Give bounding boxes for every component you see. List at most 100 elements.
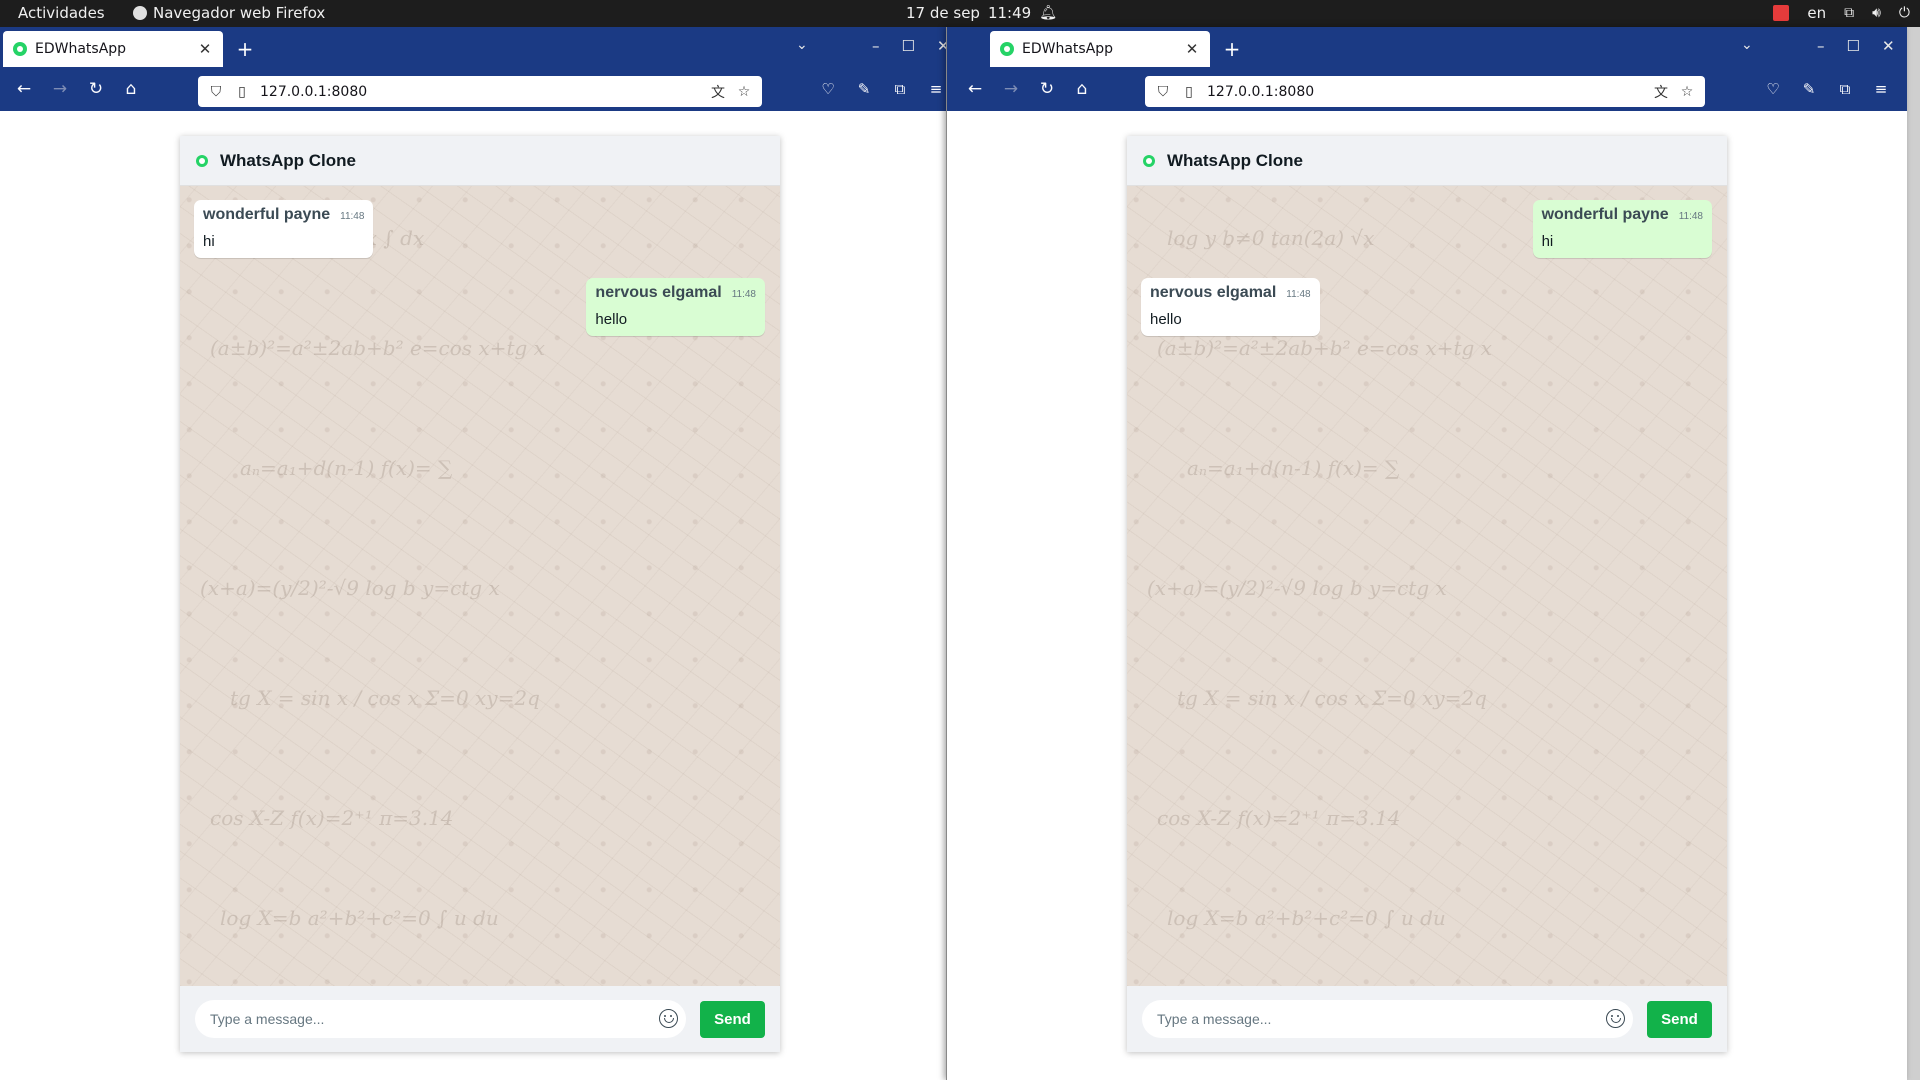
window-controls: – ☐ ✕: [872, 37, 948, 55]
chevron-down-icon[interactable]: ⌄: [1741, 37, 1753, 53]
forward-arrow-icon[interactable]: →: [999, 79, 1023, 99]
emoji-icon[interactable]: [659, 1009, 678, 1028]
close-tab-icon[interactable]: ✕: [1184, 40, 1200, 58]
pocket-icon[interactable]: ♡: [817, 80, 839, 98]
tab-edwhatsapp[interactable]: EDWhatsApp ✕: [990, 31, 1210, 67]
tab-edwhatsapp[interactable]: EDWhatsApp ✕: [3, 31, 223, 67]
chat-area[interactable]: sin x tan(2a) √x ∫ dx (a±b)²=a²±2ab+b² e…: [180, 186, 780, 986]
bookmark-star-icon[interactable]: ☆: [736, 84, 752, 100]
page-icon[interactable]: ▯: [234, 84, 250, 100]
shield-icon[interactable]: ⛉: [1155, 84, 1171, 100]
reload-icon[interactable]: ↻: [1035, 79, 1059, 99]
doodle-pattern: log y b≠0 tan(2a) √x: [1167, 226, 1375, 250]
doodle-pattern: tg X = sin x / cos x Σ=0 xy=2q: [230, 686, 540, 710]
url-bar[interactable]: ⛉ ▯ 127.0.0.1:8080 文 ☆: [198, 76, 762, 107]
whatsapp-logo-icon: [196, 154, 208, 167]
message-bubble[interactable]: wonderful payne 11:48 hi: [1532, 200, 1712, 258]
message-time: 11:48: [1678, 211, 1703, 222]
bookmark-star-icon[interactable]: ☆: [1679, 84, 1695, 100]
message-text: hi: [203, 233, 215, 250]
system-top-bar: Actividades Navegador web Firefox 17 de …: [0, 0, 1920, 27]
send-button[interactable]: Send: [700, 1000, 765, 1038]
maximize-icon[interactable]: ☐: [1847, 37, 1860, 55]
doodle-pattern: tg X = sin x / cos x Σ=0 xy=2q: [1177, 686, 1487, 710]
extensions-icon[interactable]: ⧉: [1834, 80, 1856, 98]
emoji-icon[interactable]: [1606, 1009, 1625, 1028]
home-icon[interactable]: ⌂: [119, 79, 143, 99]
chat-area[interactable]: log y b≠0 tan(2a) √x (a±b)²=a²±2ab+b² e=…: [1127, 186, 1727, 986]
pocket-icon[interactable]: ♡: [1762, 80, 1784, 98]
message-bubble[interactable]: wonderful payne 11:48 hi: [194, 200, 374, 258]
bell-icon: 🔔︎: [1039, 5, 1057, 21]
new-tab-button[interactable]: +: [1220, 37, 1244, 61]
app-title: WhatsApp Clone: [220, 150, 356, 170]
message-time: 11:48: [731, 289, 756, 300]
app-menu-label: Navegador web Firefox: [153, 4, 326, 22]
app-menu[interactable]: Navegador web Firefox: [133, 4, 325, 22]
tab-strip: EDWhatsApp ✕ + ⌄ – ☐ ✕: [947, 27, 1907, 71]
whatsapp-clone-app: WhatsApp Clone log y b≠0 tan(2a) √x (a±b…: [1127, 136, 1727, 1052]
doodle-pattern: (x+a)=(y/2)²-√9 log b y=ctg x: [1147, 576, 1447, 600]
minimize-icon[interactable]: –: [872, 37, 880, 55]
screen-record-icon[interactable]: [1773, 5, 1790, 21]
doodle-pattern: (x+a)=(y/2)²-√9 log b y=ctg x: [200, 576, 500, 600]
doodle-pattern: aₙ=a₁+d(n-1) f(x)= ∑: [240, 456, 453, 480]
message-text: hello: [595, 311, 628, 328]
whatsapp-favicon-icon: [1000, 42, 1014, 56]
message-input[interactable]: [1142, 1000, 1633, 1038]
message-composer: Send: [1127, 986, 1727, 1052]
url-bar[interactable]: ⛉ ▯ 127.0.0.1:8080 文 ☆: [1145, 76, 1705, 107]
message-sender: wonderful payne: [1541, 206, 1669, 223]
network-icon[interactable]: ⧉: [1844, 5, 1854, 21]
new-tab-button[interactable]: +: [233, 37, 257, 61]
clock-time: 11:49: [987, 4, 1032, 22]
doodle-pattern: (a±b)²=a²±2ab+b² e=cos x+tg x: [210, 336, 545, 360]
tab-title: EDWhatsApp: [1022, 41, 1114, 57]
extensions-icon[interactable]: ⧉: [889, 80, 911, 98]
volume-icon[interactable]: 🔊︎: [1872, 5, 1881, 21]
clock-date: 17 de sep: [906, 4, 980, 22]
translate-icon[interactable]: 文: [710, 82, 726, 102]
shield-icon[interactable]: ⛉: [208, 84, 224, 100]
menu-icon[interactable]: ≡: [925, 80, 947, 98]
message-sender: wonderful payne: [203, 206, 331, 223]
eyedropper-icon[interactable]: ✎: [1798, 80, 1820, 98]
nav-toolbar: ← → ↻ ⌂ ⛉ ▯ 127.0.0.1:8080 文 ☆ ♡ ✎ ⧉ ≡: [0, 71, 948, 111]
doodle-pattern: (a±b)²=a²±2ab+b² e=cos x+tg x: [1157, 336, 1492, 360]
system-tray[interactable]: en ⧉ 🔊︎ ⏻: [1773, 4, 1910, 22]
chevron-down-icon[interactable]: ⌄: [796, 37, 808, 53]
message-time: 11:48: [340, 211, 365, 222]
message-text: hi: [1541, 233, 1554, 250]
message-bubble[interactable]: nervous elgamal 11:48 hello: [1141, 278, 1320, 336]
page-content: WhatsApp Clone sin x tan(2a) √x ∫ dx (a±…: [0, 111, 948, 1080]
language-indicator[interactable]: en: [1807, 4, 1826, 22]
tab-title: EDWhatsApp: [35, 41, 127, 57]
url-text[interactable]: 127.0.0.1:8080: [1207, 84, 1643, 100]
firefox-icon: [133, 6, 147, 20]
eyedropper-icon[interactable]: ✎: [853, 80, 875, 98]
reload-icon[interactable]: ↻: [84, 79, 108, 99]
send-button[interactable]: Send: [1647, 1000, 1712, 1038]
clock[interactable]: 17 de sep 11:49 🔔︎: [906, 4, 1057, 22]
back-arrow-icon[interactable]: ←: [12, 79, 36, 99]
message-input-wrapper: [195, 1000, 686, 1038]
browser-window-right: EDWhatsApp ✕ + ⌄ – ☐ ✕ ← → ↻ ⌂ ⛉ ▯ 127.0…: [946, 27, 1907, 1080]
maximize-icon[interactable]: ☐: [902, 37, 915, 55]
message-input[interactable]: [195, 1000, 686, 1038]
page-icon[interactable]: ▯: [1181, 84, 1197, 100]
forward-arrow-icon[interactable]: →: [48, 79, 72, 99]
power-icon[interactable]: ⏻: [1899, 5, 1910, 21]
home-icon[interactable]: ⌂: [1070, 79, 1094, 99]
activities-button[interactable]: Actividades: [18, 4, 105, 22]
message-text: hello: [1150, 311, 1182, 328]
doodle-pattern: cos X-Z f(x)=2⁺¹ π=3.14: [1157, 806, 1401, 830]
url-text[interactable]: 127.0.0.1:8080: [260, 84, 700, 100]
message-input-wrapper: [1142, 1000, 1633, 1038]
menu-icon[interactable]: ≡: [1870, 80, 1892, 98]
close-tab-icon[interactable]: ✕: [197, 40, 213, 58]
close-window-icon[interactable]: ✕: [1882, 37, 1895, 55]
minimize-icon[interactable]: –: [1817, 37, 1825, 55]
translate-icon[interactable]: 文: [1653, 82, 1669, 102]
back-arrow-icon[interactable]: ←: [963, 79, 987, 99]
message-bubble[interactable]: nervous elgamal 11:48 hello: [586, 278, 765, 336]
